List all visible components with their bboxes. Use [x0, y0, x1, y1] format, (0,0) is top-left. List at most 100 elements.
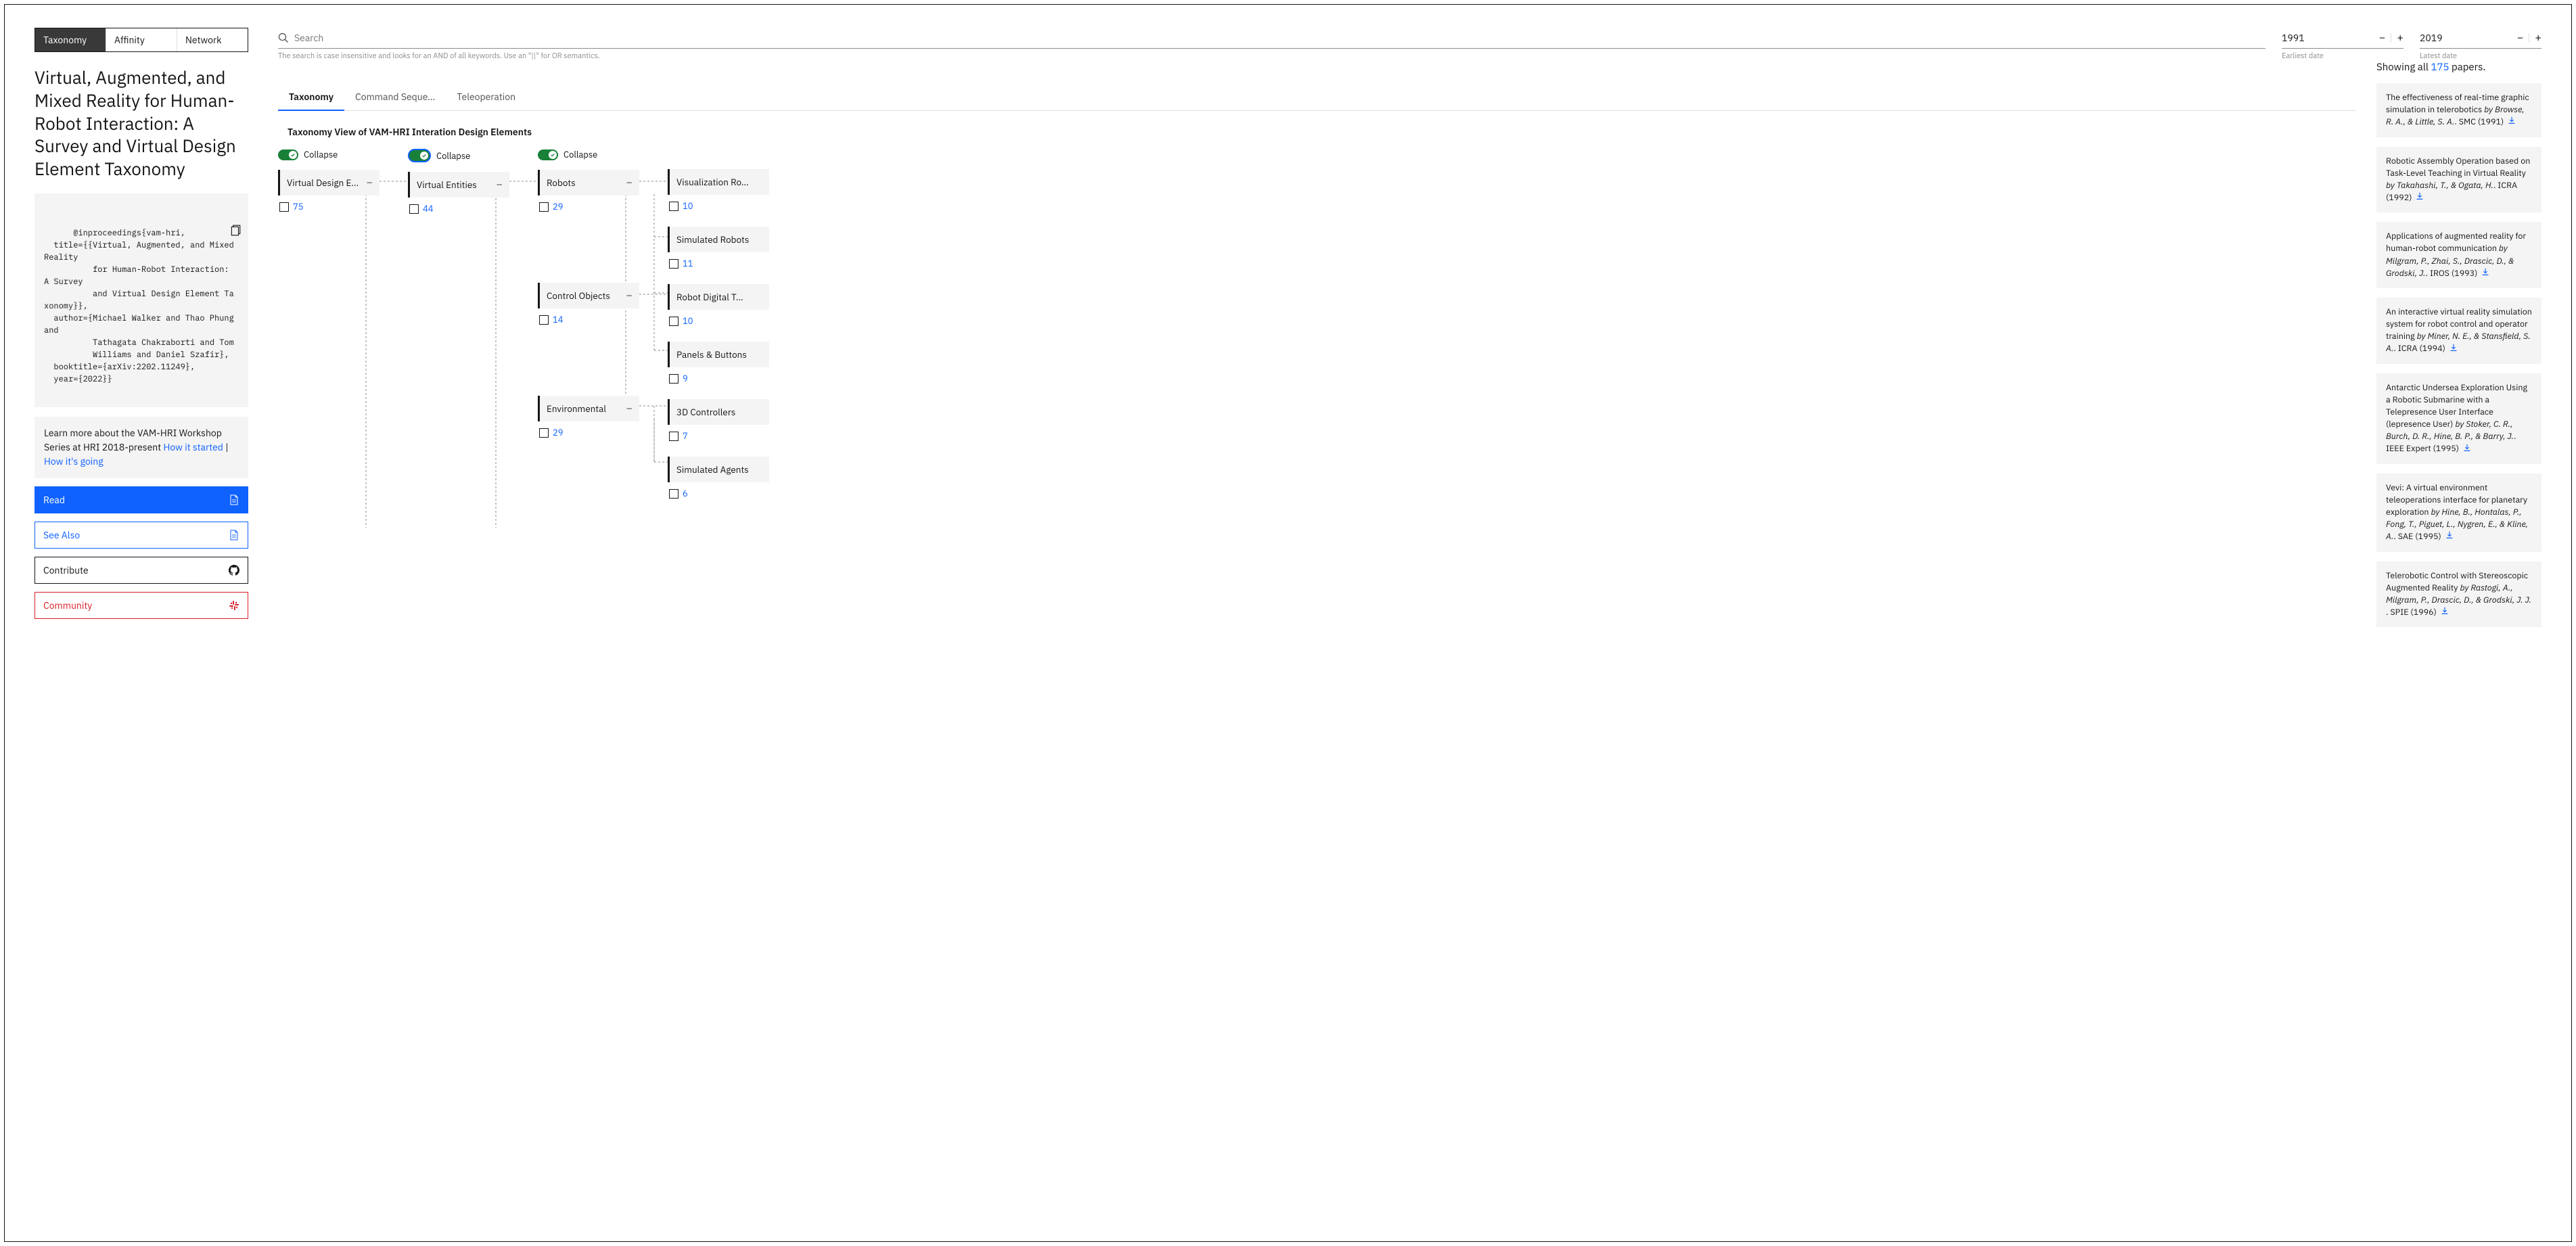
paper-venue: . ICRA (1994) — [2393, 343, 2447, 354]
subtab-teleop[interactable]: Teleoperation — [446, 84, 526, 110]
collapse-toggle[interactable] — [278, 149, 298, 160]
checkbox[interactable] — [669, 374, 678, 384]
node-count[interactable]: 29 — [553, 427, 564, 438]
tab-affinity[interactable]: Affinity — [106, 28, 177, 51]
collapse-toggle[interactable] — [408, 149, 431, 162]
download-icon[interactable] — [2462, 443, 2472, 456]
node-sub: 11 — [668, 258, 769, 269]
checkbox[interactable] — [669, 432, 678, 441]
col-head: Collapse — [538, 149, 639, 160]
node-box[interactable]: Robots− — [538, 170, 639, 195]
showing-pre: Showing all — [2376, 61, 2431, 74]
link-how-going[interactable]: How it's going — [44, 455, 104, 467]
collapse-icon[interactable]: − — [626, 403, 632, 414]
download-icon[interactable] — [2445, 530, 2454, 543]
node-count[interactable]: 11 — [683, 258, 693, 269]
collapse-icon[interactable]: − — [626, 290, 632, 301]
see-also-button[interactable]: See Also — [34, 522, 248, 549]
page-title: Virtual, Augmented, and Mixed Reality fo… — [34, 67, 248, 181]
collapse-label: Collapse — [564, 149, 597, 160]
node-count[interactable]: 10 — [683, 315, 693, 327]
node-count[interactable]: 7 — [683, 430, 688, 442]
paper-item[interactable]: Telerobotic Control with Stereoscopic Au… — [2376, 561, 2542, 628]
node-count[interactable]: 9 — [683, 373, 688, 384]
checkbox[interactable] — [669, 489, 678, 499]
year-to-label: Latest date — [2420, 51, 2542, 61]
node-box[interactable]: Environmental − — [538, 396, 639, 421]
node-count[interactable]: 10 — [683, 200, 693, 212]
collapse-icon[interactable]: − — [626, 177, 632, 188]
node-box[interactable]: Simulated Agents — [668, 457, 769, 482]
collapse-label: Collapse — [304, 149, 338, 160]
node-box[interactable]: Visualization Ro… — [668, 169, 769, 195]
paper-item[interactable]: Antarctic Undersea Exploration Using a R… — [2376, 373, 2542, 464]
node-label: Environmental — [547, 402, 606, 415]
node-sub: 10 — [668, 315, 769, 327]
paper-item[interactable]: Applications of augmented reality for hu… — [2376, 222, 2542, 288]
collapse-toggle[interactable] — [538, 149, 558, 160]
contribute-button[interactable]: Contribute — [34, 557, 248, 584]
plus-icon[interactable]: + — [2397, 32, 2404, 43]
copy-icon[interactable] — [229, 200, 242, 212]
download-icon[interactable] — [2440, 606, 2450, 619]
checkbox[interactable] — [669, 259, 678, 269]
subtab-taxonomy[interactable]: Taxonomy — [278, 84, 344, 111]
checkbox[interactable] — [539, 315, 549, 325]
paper-item[interactable]: Vevi: A virtual environment teleoperatio… — [2376, 474, 2542, 552]
checkbox[interactable] — [669, 202, 678, 211]
app-frame: Taxonomy Affinity Network Virtual, Augme… — [4, 4, 2572, 1242]
tab-taxonomy[interactable]: Taxonomy — [35, 28, 106, 51]
subtab-command[interactable]: Command Seque… — [344, 84, 446, 110]
node-box[interactable]: Virtual Entities− — [408, 172, 509, 198]
node-sub: 9 — [668, 373, 769, 384]
download-icon[interactable] — [2481, 267, 2490, 280]
read-button[interactable]: Read — [34, 486, 248, 513]
node-sub: 44 — [408, 203, 509, 214]
collapse-icon[interactable]: − — [366, 177, 373, 188]
plus-icon[interactable]: + — [2535, 32, 2542, 43]
node-box[interactable]: 3D Controllers — [668, 399, 769, 425]
community-button[interactable]: Community — [34, 592, 248, 619]
paper-venue: . IROS (1993) — [2426, 268, 2480, 279]
paper-item[interactable]: Robotic Assembly Operation based on Task… — [2376, 147, 2542, 213]
node-count[interactable]: 14 — [553, 314, 564, 325]
minus-icon[interactable]: − — [2517, 32, 2524, 43]
checkbox[interactable] — [669, 317, 678, 326]
node-box[interactable]: Robot Digital T… — [668, 284, 769, 310]
checkbox[interactable] — [279, 202, 289, 212]
node-box[interactable]: Panels & Buttons — [668, 342, 769, 367]
tab-network[interactable]: Network — [177, 28, 248, 51]
search-input[interactable] — [294, 32, 2266, 44]
minus-icon[interactable]: − — [2379, 32, 2386, 43]
tree-node: Panels & Buttons 9 — [668, 342, 769, 384]
node-count[interactable]: 6 — [683, 488, 688, 499]
node-label: Control Objects — [547, 290, 610, 302]
paper-item[interactable]: An interactive virtual reality simulatio… — [2376, 298, 2542, 364]
document-icon — [229, 530, 239, 540]
paper-item[interactable]: The effectiveness of real-time graphic s… — [2376, 83, 2542, 137]
main-area: The search is case insensitive and looks… — [278, 28, 2542, 1241]
checkbox[interactable] — [539, 428, 549, 438]
node-label: Visualization Ro… — [676, 176, 749, 188]
showing-post: papers. — [2449, 61, 2485, 74]
view-title: Taxonomy View of VAM-HRI Interation Desi… — [288, 126, 2356, 138]
node-box[interactable]: Simulated Robots — [668, 227, 769, 252]
link-how-started[interactable]: How it started — [163, 441, 223, 453]
download-icon[interactable] — [2415, 191, 2424, 204]
tree-node: 3D Controllers 7 — [668, 399, 769, 442]
search-icon — [278, 32, 289, 43]
node-box[interactable]: Control Objects − — [538, 283, 639, 308]
node-count[interactable]: 44 — [423, 203, 434, 214]
collapse-icon[interactable]: − — [496, 179, 503, 190]
checkbox[interactable] — [539, 202, 549, 212]
node-sub: 7 — [668, 430, 769, 442]
paper-venue: . SPIE (1996) — [2386, 607, 2439, 618]
node-count[interactable]: 29 — [553, 201, 564, 212]
node-box[interactable]: Virtual Design E…− — [278, 170, 380, 195]
year-from-wrap: 1991 −+ Earliest date — [2282, 28, 2404, 61]
node-count[interactable]: 75 — [293, 201, 304, 212]
checkbox[interactable] — [409, 204, 419, 214]
download-icon[interactable] — [2449, 343, 2458, 356]
download-icon[interactable] — [2507, 116, 2516, 129]
node-sub: 75 — [278, 201, 380, 212]
